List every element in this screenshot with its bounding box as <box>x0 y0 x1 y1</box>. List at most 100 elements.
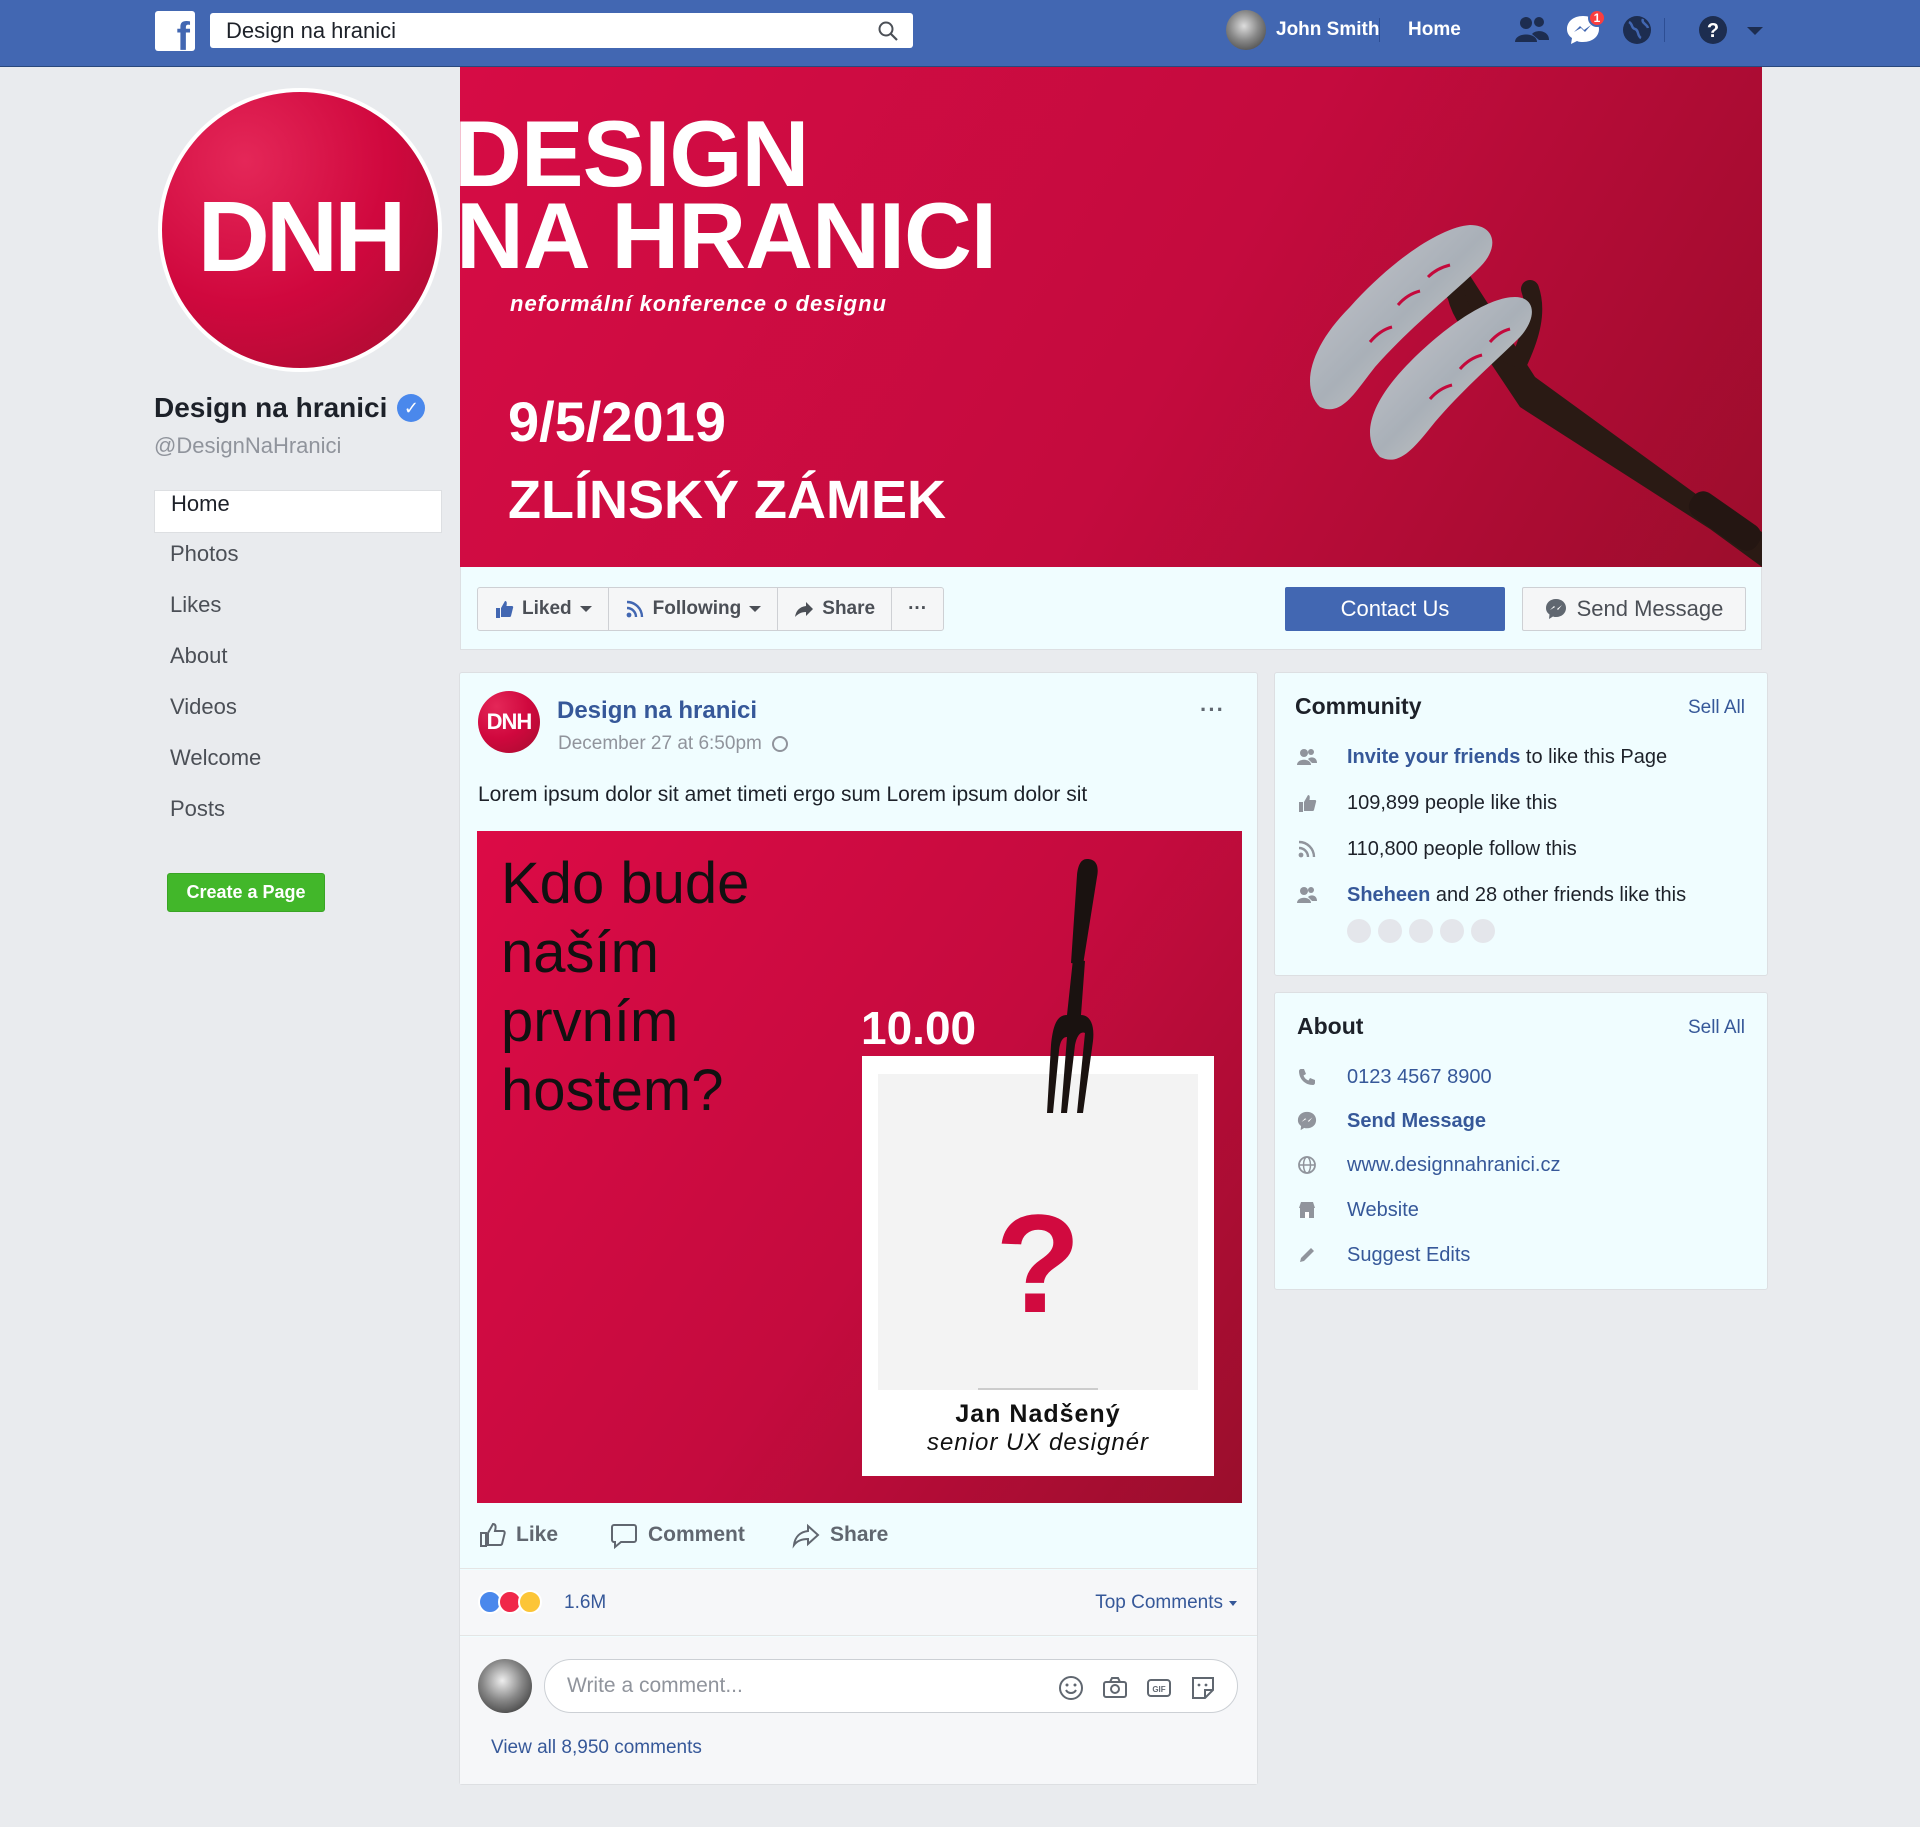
sidebar-item-welcome[interactable]: Welcome <box>154 745 442 788</box>
user-name[interactable]: John Smith <box>1276 19 1379 41</box>
sidebar-item-likes[interactable]: Likes <box>154 592 442 635</box>
reaction-icons[interactable] <box>478 1590 542 1614</box>
comment-box[interactable]: GIF <box>544 1659 1238 1713</box>
commenter-avatar[interactable] <box>478 1659 532 1713</box>
messenger-icon <box>1295 1109 1319 1133</box>
likes-count-row: 109,899 people like this <box>1295 791 1557 815</box>
following-button[interactable]: Following <box>609 588 779 630</box>
cover-venue: ZLÍNSKÝ ZÁMEK <box>508 470 946 530</box>
headline-line: hostem? <box>501 1058 724 1123</box>
likes-count-text: 109,899 people like this <box>1347 791 1558 814</box>
cover-date: 9/5/2019 <box>508 390 726 453</box>
liked-button[interactable]: Liked <box>478 588 609 630</box>
caret-down-icon <box>749 606 762 612</box>
comment-label: Comment <box>648 1523 745 1546</box>
post-time-text[interactable]: December 27 at 6:50pm <box>558 733 762 755</box>
sidebar-item-home[interactable]: Home <box>154 490 442 533</box>
share-button[interactable]: Share <box>792 1521 888 1549</box>
svg-text:?: ? <box>1707 20 1719 42</box>
post-author-name[interactable]: Design na hranici <box>557 697 757 725</box>
create-page-button[interactable]: Create a Page <box>167 873 325 912</box>
friend-avatar[interactable] <box>1471 919 1495 943</box>
sidebar-item-about[interactable]: About <box>154 643 442 686</box>
phone-number[interactable]: 0123 4567 8900 <box>1347 1066 1492 1089</box>
svg-text:GIF: GIF <box>1152 1685 1165 1694</box>
guest-name: Jan Nadšený <box>955 1400 1121 1428</box>
send-message-row: Send Message <box>1295 1109 1486 1133</box>
sidebar-item-posts[interactable]: Posts <box>154 796 442 839</box>
suggest-edits-link[interactable]: Suggest Edits <box>1347 1244 1470 1267</box>
friend-avatar[interactable] <box>1378 919 1402 943</box>
page-handle[interactable]: @DesignNaHranici <box>154 433 341 459</box>
more-dots-icon: ··· <box>908 598 928 619</box>
post-text: Lorem ipsum dolor sit amet timeti ergo s… <box>478 783 1088 806</box>
friends-icon[interactable] <box>1512 12 1552 48</box>
comment-bubble-icon <box>611 1524 637 1549</box>
following-label: Following <box>652 598 742 619</box>
comment-composer: GIF View all 8,950 comments <box>460 1637 1257 1784</box>
sidebar-item-videos[interactable]: Videos <box>154 694 442 737</box>
comment-sort-dropdown[interactable]: Top Comments <box>1095 1592 1237 1614</box>
facebook-logo-icon[interactable]: f <box>155 11 195 51</box>
comment-button[interactable]: Comment <box>610 1521 745 1549</box>
headline-line: prvním <box>501 989 679 1054</box>
post-author-avatar[interactable]: DNH <box>478 691 540 753</box>
follows-count-row: 110,800 people follow this <box>1295 837 1577 861</box>
page-profile-picture[interactable]: DNH <box>158 88 442 372</box>
invite-friends-link[interactable]: Invite your friends <box>1347 746 1520 769</box>
comment-input[interactable] <box>567 1672 1027 1700</box>
wow-reaction-icon <box>518 1590 542 1614</box>
emoji-icon[interactable] <box>1057 1674 1085 1702</box>
send-message-link[interactable]: Send Message <box>1347 1110 1486 1133</box>
search-icon[interactable] <box>877 20 899 42</box>
profile-link[interactable]: John Smith <box>1226 8 1379 52</box>
rss-icon <box>626 600 643 618</box>
thumbs-up-icon <box>1295 791 1319 815</box>
contact-us-button[interactable]: Contact Us <box>1285 587 1505 631</box>
page-title[interactable]: Design na hranici ✓ <box>154 392 426 424</box>
home-link[interactable]: Home <box>1408 19 1461 41</box>
headline-line: Kdo bude <box>501 851 750 916</box>
page-actions-group: Liked Following Share ··· <box>477 587 945 631</box>
more-options-button[interactable]: ··· <box>892 588 943 630</box>
thumbs-up-outline-icon <box>480 1522 506 1547</box>
post-options-button[interactable]: ··· <box>1200 697 1225 723</box>
reaction-count[interactable]: 1.6M <box>564 1592 606 1614</box>
user-avatar[interactable] <box>1226 10 1266 50</box>
website-url-link[interactable]: www.designnahranici.cz <box>1347 1154 1560 1177</box>
page-sidebar-nav: Home Photos Likes About Videos Welcome P… <box>154 490 442 847</box>
gif-icon[interactable]: GIF <box>1145 1674 1173 1702</box>
cover-photo[interactable]: DESIGN NA HRANICI neformální konference … <box>460 67 1762 567</box>
guest-role: senior UX designér <box>926 1429 1150 1456</box>
friend-avatar[interactable] <box>1347 919 1371 943</box>
caret-down-icon[interactable] <box>1742 12 1768 48</box>
about-see-all-link[interactable]: Sell All <box>1688 1017 1745 1039</box>
friend-name-link[interactable]: Sheheen <box>1347 884 1430 907</box>
share-page-button[interactable]: Share <box>778 588 893 630</box>
post-timestamp[interactable]: December 27 at 6:50pm <box>558 733 788 755</box>
search-bar[interactable] <box>210 13 913 48</box>
invite-friends-text: to like this Page <box>1520 745 1668 768</box>
caret-down-icon <box>579 606 592 612</box>
reactions-bar: 1.6M Top Comments <box>460 1570 1257 1636</box>
community-see-all-link[interactable]: Sell All <box>1688 697 1745 719</box>
page-name-text[interactable]: Design na hranici <box>154 392 387 424</box>
community-title: Community <box>1295 693 1422 719</box>
globe-icon[interactable] <box>1617 12 1657 48</box>
send-message-button[interactable]: Send Message <box>1522 587 1746 631</box>
help-icon[interactable]: ? <box>1693 12 1733 48</box>
friend-avatar[interactable] <box>1440 919 1464 943</box>
sidebar-item-photos[interactable]: Photos <box>154 541 442 584</box>
divider <box>978 1388 1098 1390</box>
sticker-icon[interactable] <box>1189 1674 1217 1702</box>
view-all-comments-link[interactable]: View all 8,950 comments <box>491 1737 702 1759</box>
post-image[interactable]: Kdo bude naším prvním hostem? 10.00 ? Ja… <box>477 831 1242 1503</box>
shop-icon <box>1295 1198 1319 1222</box>
search-input[interactable] <box>226 17 826 44</box>
camera-icon[interactable] <box>1101 1674 1129 1702</box>
like-button[interactable]: Like <box>478 1521 558 1549</box>
thumbs-up-icon <box>496 601 514 618</box>
website-category-link[interactable]: Website <box>1347 1199 1419 1222</box>
comment-sort-label: Top Comments <box>1095 1592 1223 1613</box>
friend-avatar[interactable] <box>1409 919 1433 943</box>
